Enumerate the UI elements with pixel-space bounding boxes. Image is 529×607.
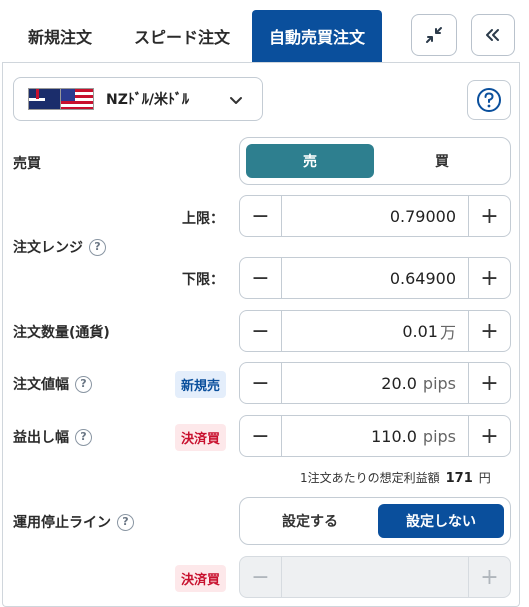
lower-plus-button[interactable]: + — [468, 258, 510, 298]
buysell-toggle: 売 買 — [239, 137, 511, 185]
tab-speed-order[interactable]: スピード注文 — [116, 10, 248, 62]
order-width-minus-button[interactable]: − — [240, 363, 282, 403]
stop-line-toggle: 設定する 設定しない — [239, 497, 511, 545]
expected-profit-unit: 円 — [478, 471, 491, 485]
settle-buy-badge: 決済買 — [175, 424, 227, 451]
profit-width-input[interactable]: 110.0 pips — [282, 416, 468, 456]
stop-minus-button[interactable]: − — [240, 557, 282, 597]
question-circle-icon — [477, 88, 501, 112]
question-icon[interactable]: ? — [75, 428, 92, 446]
tab-new-order[interactable]: 新規注文 — [8, 10, 112, 62]
lower-limit-value: 0.64900 — [389, 268, 456, 288]
question-icon[interactable]: ? — [75, 375, 92, 393]
upper-limit-label: 上限： — [182, 211, 224, 227]
sell-option[interactable]: 売 — [246, 144, 374, 178]
profit-width-unit: pips — [422, 426, 456, 446]
profit-width-stepper: − 110.0 pips + — [239, 415, 511, 457]
range-label-text: 注文レンジ — [13, 240, 83, 256]
quantity-minus-button[interactable]: − — [240, 311, 282, 351]
stop-line-label-text: 運用停止ライン — [13, 515, 111, 531]
compress-icon — [426, 27, 442, 43]
question-icon[interactable]: ? — [89, 238, 106, 256]
profit-width-plus-button[interactable]: + — [468, 416, 510, 456]
quantity-stepper: − 0.01 万 + — [239, 310, 511, 352]
order-width-stepper: − 20.0 pips + — [239, 362, 511, 404]
double-chevron-left-icon — [486, 29, 499, 41]
quantity-unit: 万 — [439, 323, 456, 342]
new-sell-badge: 新規売 — [175, 371, 227, 398]
quantity-label-text: 注文数量(通貨) — [13, 325, 110, 341]
upper-limit-stepper: − 0.79000 + — [239, 195, 511, 237]
order-type-tabs: 新規注文 スピード注文 自動売買注文 — [0, 0, 529, 62]
buysell-label: 売買 — [13, 153, 41, 173]
expected-profit-value: 171 — [445, 471, 473, 486]
profit-width-minus-button[interactable]: − — [240, 416, 282, 456]
chevron-down-icon — [230, 97, 242, 104]
stop-line-stepper: − + — [239, 556, 511, 598]
stop-line-input[interactable] — [282, 557, 468, 597]
profit-width-value: 110.0 — [371, 426, 417, 446]
currency-pair-select[interactable]: NZﾄﾞﾙ/米ﾄﾞﾙ — [13, 77, 263, 121]
collapse-panel-button[interactable] — [471, 14, 515, 56]
lower-limit-input[interactable]: 0.64900 — [282, 258, 468, 298]
help-button[interactable] — [467, 80, 511, 120]
question-icon[interactable]: ? — [117, 513, 134, 531]
profit-width-label: 益出し幅 ? — [13, 427, 92, 447]
lower-limit-stepper: − 0.64900 + — [239, 257, 511, 299]
buysell-label-text: 売買 — [13, 156, 41, 172]
currency-flags — [28, 88, 96, 110]
order-width-label: 注文値幅 ? — [13, 374, 92, 394]
expected-profit: 1注文あたりの想定利益額 171 円 — [300, 469, 491, 486]
order-width-input[interactable]: 20.0 pips — [282, 363, 468, 403]
order-width-unit: pips — [422, 373, 456, 393]
order-width-plus-button[interactable]: + — [468, 363, 510, 403]
buy-option[interactable]: 買 — [380, 144, 504, 178]
panel-divider — [2, 62, 520, 63]
upper-limit-input[interactable]: 0.79000 — [282, 196, 468, 236]
nz-flag-icon — [28, 88, 62, 110]
lower-minus-button[interactable]: − — [240, 258, 282, 298]
tab-auto-trade-order[interactable]: 自動売買注文 — [252, 10, 382, 62]
stop-settle-buy-badge: 決済買 — [175, 565, 227, 592]
range-label: 注文レンジ ? — [13, 237, 106, 257]
upper-plus-button[interactable]: + — [468, 196, 510, 236]
stop-line-set-option[interactable]: 設定する — [246, 504, 374, 538]
profit-width-label-text: 益出し幅 — [13, 430, 69, 446]
currency-pair-label: NZﾄﾞﾙ/米ﾄﾞﾙ — [106, 92, 189, 108]
compress-button[interactable] — [411, 14, 457, 56]
quantity-value: 0.01 — [402, 321, 438, 341]
order-width-value: 20.0 — [381, 373, 417, 393]
upper-limit-value: 0.79000 — [389, 206, 456, 226]
stop-line-label: 運用停止ライン ? — [13, 512, 134, 532]
stop-line-unset-option[interactable]: 設定しない — [378, 504, 504, 538]
stop-plus-button[interactable]: + — [468, 557, 510, 597]
us-flag-icon — [60, 88, 94, 110]
order-width-label-text: 注文値幅 — [13, 377, 69, 393]
expected-profit-label: 1注文あたりの想定利益額 — [300, 471, 440, 485]
upper-minus-button[interactable]: − — [240, 196, 282, 236]
quantity-input[interactable]: 0.01 万 — [282, 311, 468, 351]
quantity-plus-button[interactable]: + — [468, 311, 510, 351]
quantity-label: 注文数量(通貨) — [13, 322, 110, 342]
lower-limit-label: 下限： — [182, 272, 224, 288]
